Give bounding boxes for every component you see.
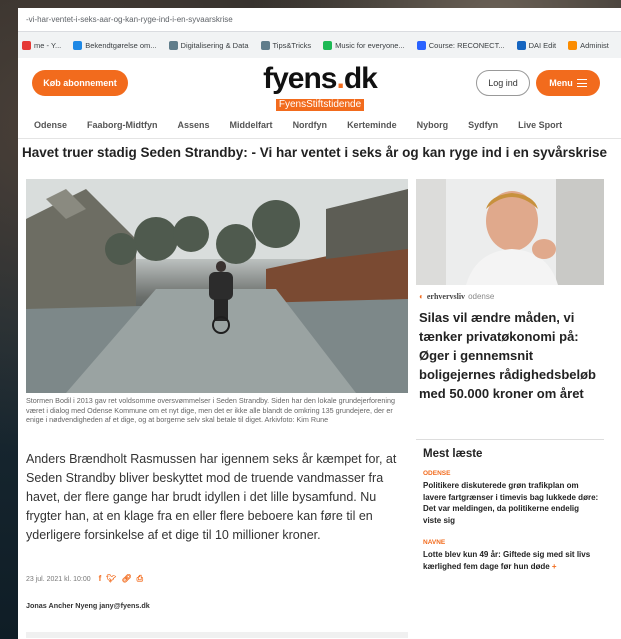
bookmark-item[interactable]: Digitalisering & Data [168, 40, 249, 50]
most-read-category: ODENSE [423, 470, 451, 477]
bookmark-icon [323, 40, 333, 50]
logo-dot: . [336, 62, 345, 95]
most-read-list: ODENSE Politikere diskuterede grøn trafik… [423, 470, 599, 572]
sidebar-photo[interactable] [416, 179, 604, 285]
bookmark-icon [22, 40, 31, 50]
site-header: Køb abonnement fyens.dk FyensStiftstiden… [18, 58, 621, 112]
logo-tld: dk [343, 62, 378, 95]
article-byline: Jonas Ancher Nyeng jany@fyens.dk [26, 601, 150, 610]
most-read-panel: Mest læste ODENSE Politikere diskuterede … [416, 439, 604, 639]
article-headline: Havet truer stadig Seden Strandby: - Vi … [22, 145, 607, 160]
subscribe-button[interactable]: Køb abonnement [32, 70, 128, 96]
section-nav: Odense Faaborg-Midtfyn Assens Middelfart Nor… [18, 112, 621, 138]
hamburger-icon [576, 79, 587, 87]
address-bar[interactable]: -vi-har-ventet-i-seks-aar-og-kan-ryge-in… [18, 8, 621, 32]
nav-item-nyborg[interactable]: Nyborg [417, 120, 449, 130]
link-icon[interactable]: 🔗︎ [121, 574, 131, 584]
most-read-item[interactable]: ODENSE Politikere diskuterede grøn trafik… [423, 470, 599, 526]
photo-caption: Stormen Bodil i 2013 gav ret voldsomme o… [26, 396, 396, 424]
login-button[interactable]: Log ind [476, 70, 530, 96]
nav-item-sydfyn[interactable]: Sydfyn [468, 120, 498, 130]
nav-item-middelfart[interactable]: Middelfart [230, 120, 273, 130]
bookmark-icon [168, 40, 178, 50]
nav-item-kerteminde[interactable]: Kerteminde [347, 120, 397, 130]
logo-subtitle: FyensStiftstidende [275, 99, 365, 111]
article-main-photo[interactable] [26, 179, 408, 393]
bookmark-label: Bekendtgørelse om... [85, 40, 157, 50]
most-read-item[interactable]: NAVNE Lotte blev kun 49 år: Giftede sig m… [423, 539, 599, 572]
partner-brand: erhvervsliv [426, 292, 466, 301]
bookmark-label: Music for everyone... [335, 40, 405, 50]
publish-date: 23 jul. 2021 kl. 10:00 [26, 575, 91, 583]
bookmark-item[interactable]: Music for everyone... [323, 40, 405, 50]
bookmark-item[interactable]: DAI Edit [516, 40, 557, 50]
most-read-text: Politikere diskuterede grøn trafikplan o… [423, 480, 599, 526]
bookmark-label: Tips&Tricks [272, 40, 312, 50]
print-icon[interactable]: ⎙ [137, 574, 143, 584]
bookmark-label: DAI Edit [528, 40, 557, 50]
nav-item-faaborg-midtfyn[interactable]: Faaborg-Midtfyn [87, 120, 158, 130]
most-read-headline: Lotte blev kun 49 år: Giftede sig med si… [423, 550, 591, 571]
share-icons: f 🐦︎ 🔗︎ ⎙ [99, 574, 143, 584]
bookmarks-bar: me - Y... Bekendtgørelse om... Digitaliser… [18, 32, 621, 58]
most-read-category: NAVNE [423, 539, 446, 546]
partner-location: odense [468, 292, 495, 301]
bookmark-item[interactable]: Course: RECONECT... [416, 40, 505, 50]
browser-chrome: -vi-har-ventet-i-seks-aar-og-kan-ryge-in… [18, 8, 621, 58]
most-read-text: Lotte blev kun 49 år: Giftede sig med si… [423, 549, 599, 572]
bookmark-item[interactable]: Tips&Tricks [260, 40, 312, 50]
bookmark-label: Digitalisering & Data [180, 40, 249, 50]
bookmark-icon [260, 40, 270, 50]
nav-item-live-sport[interactable]: Live Sport [518, 120, 562, 130]
twitter-icon[interactable]: 🐦︎ [106, 574, 116, 584]
bookmark-item[interactable]: me - Y... [22, 40, 62, 50]
nav-item-nordfyn[interactable]: Nordfyn [293, 120, 328, 130]
url-text: -vi-har-ventet-i-seks-aar-og-kan-ryge-in… [26, 15, 233, 24]
logo-main: fyens [263, 62, 337, 95]
most-read-headline: Politikere diskuterede grøn trafikplan o… [423, 481, 599, 525]
article-lead: Anders Brændholt Rasmussen har igennem s… [26, 452, 397, 542]
bookmark-label: Administ [580, 40, 609, 50]
partner-tag: ◐ erhvervsliv odense [419, 292, 494, 301]
facebook-icon[interactable]: f [99, 574, 102, 584]
bookmark-icon [568, 40, 578, 50]
bookmark-icon [416, 40, 426, 50]
premium-plus-icon: + [549, 561, 557, 571]
portrait-photo [416, 179, 604, 285]
menu-button[interactable]: Menu [536, 70, 600, 96]
nav-item-odense[interactable]: Odense [34, 120, 67, 130]
menu-label: Menu [549, 78, 573, 88]
headline-bar: Havet truer stadig Seden Strandby: - Vi … [18, 138, 621, 166]
bookmark-icon [73, 40, 83, 50]
partner-logo-icon: ◐ [419, 292, 424, 301]
bookmark-item[interactable]: Administ [568, 40, 609, 50]
flooded-street-photo [26, 179, 408, 393]
bookmark-label: me - Y... [34, 40, 62, 50]
content-divider [26, 632, 408, 638]
nav-item-assens[interactable]: Assens [178, 120, 210, 130]
most-read-title: Mest læste [423, 448, 483, 460]
sidebar-headline[interactable]: Silas vil ændre måden, vi tænker privatø… [419, 308, 605, 403]
bookmark-item[interactable]: Bekendtgørelse om... [73, 40, 157, 50]
bookmark-label: Course: RECONECT... [428, 40, 505, 50]
bookmark-icon [516, 40, 526, 50]
site-logo[interactable]: fyens.dk FyensStiftstidende [240, 64, 400, 112]
article-meta: 23 jul. 2021 kl. 10:00 f 🐦︎ 🔗︎ ⎙ [26, 574, 143, 584]
